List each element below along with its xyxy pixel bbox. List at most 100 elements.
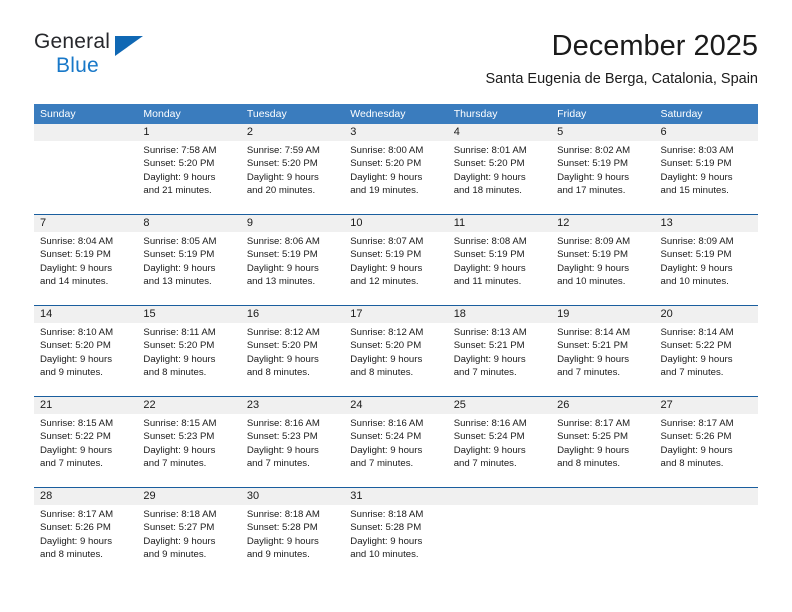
day-number[interactable]: 23 [241,397,344,414]
day-info-line: Daylight: 9 hours [350,353,423,365]
day-number[interactable]: 25 [448,397,551,414]
day-cell[interactable]: Sunrise: 8:05 AM Sunset: 5:19 PM Daylight:… [137,232,240,300]
title-block: December 2025 Santa Eugenia de Berga, Ca… [486,28,758,88]
day-cell[interactable]: Sunrise: 8:10 AM Sunset: 5:20 PM Daylight:… [34,323,137,391]
day-info-line: Sunrise: 7:58 AM [143,145,217,156]
day-info-line: Sunrise: 8:09 AM [660,236,734,247]
day-number[interactable]: 28 [34,488,137,505]
calendar-week-row: 21 22 23 24 25 26 27 Sunrise: 8:15 AM Sunset: 5:… [34,391,758,482]
day-number[interactable]: 12 [551,215,654,232]
day-number[interactable]: 2 [241,124,344,141]
day-number[interactable]: 4 [448,124,551,141]
day-cell[interactable]: Sunrise: 8:03 AM Sunset: 5:19 PM Daylight:… [655,141,758,209]
day-info-line: Sunset: 5:24 PM [453,431,525,443]
day-number[interactable]: 9 [241,215,344,232]
day-number[interactable]: 5 [551,124,654,141]
calendar-weeks: 1 2 3 4 5 6 Sunrise: 7:58 AM Sunset: 5:20 PM Day… [34,124,758,577]
day-number[interactable]: 30 [241,488,344,505]
day-number[interactable]: 10 [344,215,447,232]
day-number[interactable]: 26 [551,397,654,414]
day-info-line: Daylight: 9 hours [246,535,319,547]
day-cell[interactable]: Sunrise: 8:15 AM Sunset: 5:23 PM Daylight:… [137,414,240,482]
day-number[interactable]: 17 [344,306,447,323]
page-header: General Blue December 2025 Santa Eugenia… [34,28,758,98]
calendar-grid: Sunday Monday Tuesday Wednesday Thursday Frid… [34,104,758,577]
day-info-line: Sunrise: 8:17 AM [557,418,631,429]
day-cell[interactable]: Sunrise: 8:01 AM Sunset: 5:20 PM Daylight:… [448,141,551,209]
day-number[interactable]: 8 [137,215,240,232]
day-info-line: and 18 minutes. [453,185,522,197]
day-number[interactable]: 16 [241,306,344,323]
day-info-line: and 10 minutes. [660,276,729,288]
day-number[interactable]: 1 [137,124,240,141]
day-info-line: Sunset: 5:20 PM [453,158,525,170]
day-of-week-header-monday: Monday [143,108,181,120]
day-cell[interactable]: Sunrise: 8:06 AM Sunset: 5:19 PM Daylight:… [241,232,344,300]
day-cell[interactable]: Sunrise: 8:02 AM Sunset: 5:19 PM Daylight:… [551,141,654,209]
general-blue-logo[interactable]: General Blue [34,30,234,86]
day-number[interactable]: 11 [448,215,551,232]
day-cell[interactable]: Sunrise: 8:18 AM Sunset: 5:28 PM Daylight:… [344,505,447,577]
day-info-line: Sunrise: 8:14 AM [660,327,734,338]
day-cell[interactable]: Sunrise: 8:13 AM Sunset: 5:21 PM Daylight:… [448,323,551,391]
day-cell[interactable]: Sunrise: 8:11 AM Sunset: 5:20 PM Daylight:… [137,323,240,391]
day-cell[interactable]: Sunrise: 8:08 AM Sunset: 5:19 PM Daylight:… [448,232,551,300]
day-number[interactable]: 22 [137,397,240,414]
day-cell[interactable]: Sunrise: 8:17 AM Sunset: 5:25 PM Daylight:… [551,414,654,482]
day-info-line: Daylight: 9 hours [557,444,630,456]
day-info-line: Sunrise: 8:17 AM [660,418,734,429]
day-info-line: Sunset: 5:25 PM [557,431,629,443]
day-cell[interactable]: Sunrise: 8:17 AM Sunset: 5:26 PM Daylight:… [655,414,758,482]
day-cell[interactable]: Sunrise: 8:00 AM Sunset: 5:20 PM Daylight:… [344,141,447,209]
day-cell[interactable]: Sunrise: 8:12 AM Sunset: 5:20 PM Daylight:… [344,323,447,391]
day-number[interactable]: 20 [655,306,758,323]
day-cell-empty [655,505,758,577]
day-info-line: Sunset: 5:20 PM [143,340,215,352]
day-cell[interactable]: Sunrise: 7:58 AM Sunset: 5:20 PM Daylight:… [137,141,240,209]
day-cell[interactable]: Sunrise: 7:59 AM Sunset: 5:20 PM Daylight:… [241,141,344,209]
day-number[interactable]: 7 [34,215,137,232]
day-cell[interactable]: Sunrise: 8:14 AM Sunset: 5:22 PM Daylight:… [655,323,758,391]
day-cell[interactable]: Sunrise: 8:15 AM Sunset: 5:22 PM Daylight:… [34,414,137,482]
day-number[interactable]: 31 [344,488,447,505]
day-cell[interactable]: Sunrise: 8:17 AM Sunset: 5:26 PM Daylight:… [34,505,137,577]
day-info-line: Sunset: 5:26 PM [40,522,111,534]
day-info-line: and 7 minutes. [557,367,621,379]
day-cell[interactable]: Sunrise: 8:16 AM Sunset: 5:24 PM Daylight:… [344,414,447,482]
day-number[interactable]: 14 [34,306,137,323]
day-info-line: and 10 minutes. [557,276,626,288]
day-number[interactable]: 3 [344,124,447,141]
day-number[interactable]: 27 [655,397,758,414]
day-info-line: Sunset: 5:28 PM [350,522,422,534]
day-number[interactable]: 19 [551,306,654,323]
day-number[interactable]: 13 [655,215,758,232]
day-number-empty [551,488,654,505]
day-number[interactable]: 21 [34,397,137,414]
day-number[interactable]: 15 [137,306,240,323]
day-info-line: Daylight: 9 hours [350,262,423,274]
day-cell[interactable]: Sunrise: 8:07 AM Sunset: 5:19 PM Daylight:… [344,232,447,300]
day-number[interactable]: 6 [655,124,758,141]
day-info-line: Sunset: 5:19 PM [453,249,525,261]
day-cell[interactable]: Sunrise: 8:12 AM Sunset: 5:20 PM Daylight:… [241,323,344,391]
day-cell[interactable]: Sunrise: 8:09 AM Sunset: 5:19 PM Daylight:… [551,232,654,300]
day-info-line: Daylight: 9 hours [350,444,423,456]
day-number-empty [34,124,137,141]
day-info-line: Sunset: 5:27 PM [143,522,215,534]
day-cell[interactable]: Sunrise: 8:04 AM Sunset: 5:19 PM Daylight:… [34,232,137,300]
day-number[interactable]: 18 [448,306,551,323]
day-info-line: and 10 minutes. [350,549,419,561]
day-cell[interactable]: Sunrise: 8:16 AM Sunset: 5:24 PM Daylight:… [448,414,551,482]
day-number[interactable]: 29 [137,488,240,505]
day-info-line: Daylight: 9 hours [143,262,216,274]
day-info-line: Sunrise: 8:14 AM [557,327,631,338]
day-cell[interactable]: Sunrise: 8:09 AM Sunset: 5:19 PM Daylight:… [655,232,758,300]
day-cell[interactable]: Sunrise: 8:14 AM Sunset: 5:21 PM Daylight:… [551,323,654,391]
day-info-line: and 8 minutes. [246,367,310,379]
day-number[interactable]: 24 [344,397,447,414]
day-cell[interactable]: Sunrise: 8:18 AM Sunset: 5:27 PM Daylight:… [137,505,240,577]
day-cell[interactable]: Sunrise: 8:16 AM Sunset: 5:23 PM Daylight:… [241,414,344,482]
day-info-line: Daylight: 9 hours [246,444,319,456]
day-cell[interactable]: Sunrise: 8:18 AM Sunset: 5:28 PM Daylight:… [241,505,344,577]
day-info-line: and 7 minutes. [350,458,414,470]
